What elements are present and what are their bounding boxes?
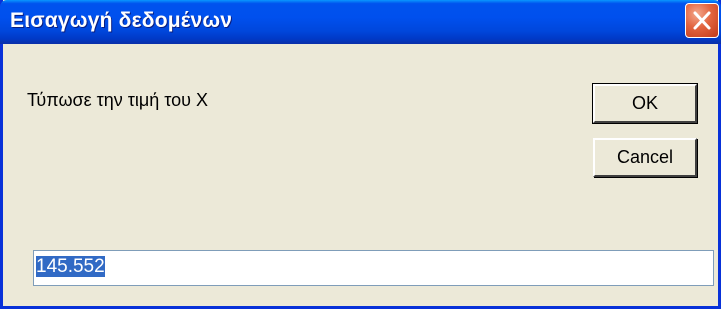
close-button[interactable] [685, 3, 719, 38]
input-dialog: Εισαγωγή δεδομένων Τύπωσε την τιμή του X… [0, 0, 721, 309]
title-bar[interactable]: Εισαγωγή δεδομένων [0, 0, 721, 44]
ok-button[interactable]: OK [592, 83, 698, 124]
selected-input-text: 145.552 [36, 256, 105, 277]
window-title: Εισαγωγή δεδομένων [10, 9, 233, 32]
prompt-label: Τύπωσε την τιμή του X [27, 90, 208, 110]
cancel-button[interactable]: Cancel [593, 138, 697, 177]
close-icon [693, 11, 711, 30]
value-input[interactable]: 145.552 [33, 250, 714, 286]
